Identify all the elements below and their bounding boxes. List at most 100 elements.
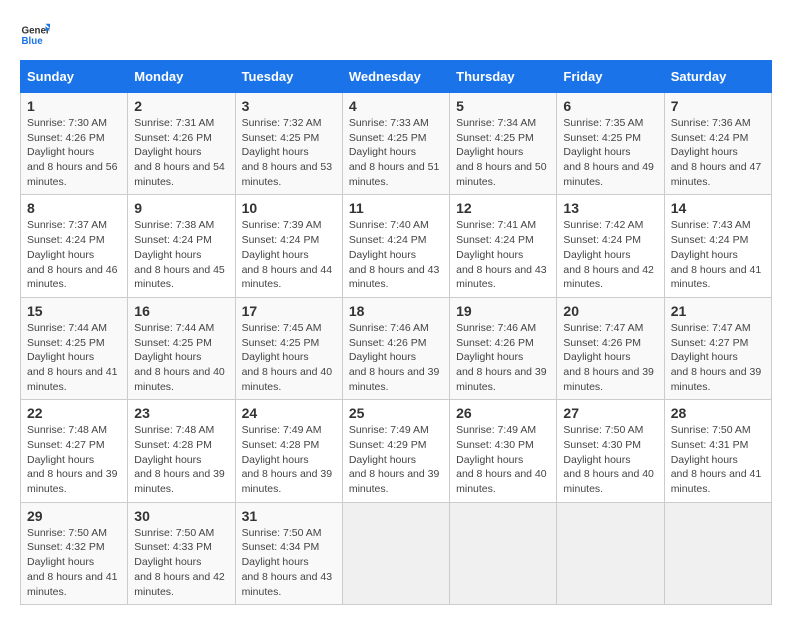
weekday-header-friday: Friday (557, 61, 664, 93)
day-number: 2 (134, 98, 228, 114)
calendar-cell: 30 Sunrise: 7:50 AMSunset: 4:33 PMDaylig… (128, 502, 235, 604)
day-info: Sunrise: 7:43 AMSunset: 4:24 PMDaylight … (671, 219, 762, 290)
weekday-header-wednesday: Wednesday (342, 61, 449, 93)
day-number: 15 (27, 303, 121, 319)
calendar-cell: 10 Sunrise: 7:39 AMSunset: 4:24 PMDaylig… (235, 195, 342, 297)
day-info: Sunrise: 7:48 AMSunset: 4:28 PMDaylight … (134, 424, 225, 495)
day-number: 10 (242, 200, 336, 216)
day-info: Sunrise: 7:47 AMSunset: 4:27 PMDaylight … (671, 322, 762, 393)
day-info: Sunrise: 7:38 AMSunset: 4:24 PMDaylight … (134, 219, 225, 290)
day-number: 31 (242, 508, 336, 524)
day-info: Sunrise: 7:34 AMSunset: 4:25 PMDaylight … (456, 117, 547, 188)
calendar-cell: 16 Sunrise: 7:44 AMSunset: 4:25 PMDaylig… (128, 297, 235, 399)
calendar-cell: 27 Sunrise: 7:50 AMSunset: 4:30 PMDaylig… (557, 400, 664, 502)
day-info: Sunrise: 7:32 AMSunset: 4:25 PMDaylight … (242, 117, 333, 188)
calendar-cell: 17 Sunrise: 7:45 AMSunset: 4:25 PMDaylig… (235, 297, 342, 399)
calendar-cell: 8 Sunrise: 7:37 AMSunset: 4:24 PMDayligh… (21, 195, 128, 297)
day-number: 18 (349, 303, 443, 319)
day-number: 7 (671, 98, 765, 114)
day-info: Sunrise: 7:50 AMSunset: 4:31 PMDaylight … (671, 424, 762, 495)
day-number: 20 (563, 303, 657, 319)
day-info: Sunrise: 7:37 AMSunset: 4:24 PMDaylight … (27, 219, 118, 290)
day-number: 22 (27, 405, 121, 421)
calendar-week-row: 15 Sunrise: 7:44 AMSunset: 4:25 PMDaylig… (21, 297, 772, 399)
day-number: 5 (456, 98, 550, 114)
day-info: Sunrise: 7:47 AMSunset: 4:26 PMDaylight … (563, 322, 654, 393)
day-number: 16 (134, 303, 228, 319)
day-info: Sunrise: 7:31 AMSunset: 4:26 PMDaylight … (134, 117, 225, 188)
calendar-cell: 18 Sunrise: 7:46 AMSunset: 4:26 PMDaylig… (342, 297, 449, 399)
weekday-header-monday: Monday (128, 61, 235, 93)
day-number: 25 (349, 405, 443, 421)
day-number: 12 (456, 200, 550, 216)
day-info: Sunrise: 7:50 AMSunset: 4:34 PMDaylight … (242, 527, 333, 598)
calendar-cell: 7 Sunrise: 7:36 AMSunset: 4:24 PMDayligh… (664, 93, 771, 195)
day-number: 9 (134, 200, 228, 216)
weekday-header-thursday: Thursday (450, 61, 557, 93)
day-info: Sunrise: 7:50 AMSunset: 4:30 PMDaylight … (563, 424, 654, 495)
calendar-cell: 26 Sunrise: 7:49 AMSunset: 4:30 PMDaylig… (450, 400, 557, 502)
day-number: 30 (134, 508, 228, 524)
day-number: 23 (134, 405, 228, 421)
day-info: Sunrise: 7:44 AMSunset: 4:25 PMDaylight … (134, 322, 225, 393)
day-info: Sunrise: 7:48 AMSunset: 4:27 PMDaylight … (27, 424, 118, 495)
page-header: General Blue (20, 20, 772, 50)
day-info: Sunrise: 7:49 AMSunset: 4:30 PMDaylight … (456, 424, 547, 495)
day-number: 17 (242, 303, 336, 319)
calendar-cell: 6 Sunrise: 7:35 AMSunset: 4:25 PMDayligh… (557, 93, 664, 195)
calendar-cell: 21 Sunrise: 7:47 AMSunset: 4:27 PMDaylig… (664, 297, 771, 399)
calendar-cell: 15 Sunrise: 7:44 AMSunset: 4:25 PMDaylig… (21, 297, 128, 399)
day-number: 28 (671, 405, 765, 421)
calendar-week-row: 1 Sunrise: 7:30 AMSunset: 4:26 PMDayligh… (21, 93, 772, 195)
calendar-cell: 25 Sunrise: 7:49 AMSunset: 4:29 PMDaylig… (342, 400, 449, 502)
calendar-cell: 11 Sunrise: 7:40 AMSunset: 4:24 PMDaylig… (342, 195, 449, 297)
calendar-cell (342, 502, 449, 604)
calendar-cell: 12 Sunrise: 7:41 AMSunset: 4:24 PMDaylig… (450, 195, 557, 297)
calendar-cell: 2 Sunrise: 7:31 AMSunset: 4:26 PMDayligh… (128, 93, 235, 195)
calendar-cell: 13 Sunrise: 7:42 AMSunset: 4:24 PMDaylig… (557, 195, 664, 297)
day-info: Sunrise: 7:39 AMSunset: 4:24 PMDaylight … (242, 219, 333, 290)
calendar-cell: 28 Sunrise: 7:50 AMSunset: 4:31 PMDaylig… (664, 400, 771, 502)
calendar-cell: 23 Sunrise: 7:48 AMSunset: 4:28 PMDaylig… (128, 400, 235, 502)
day-info: Sunrise: 7:36 AMSunset: 4:24 PMDaylight … (671, 117, 762, 188)
calendar-cell: 22 Sunrise: 7:48 AMSunset: 4:27 PMDaylig… (21, 400, 128, 502)
calendar-week-row: 22 Sunrise: 7:48 AMSunset: 4:27 PMDaylig… (21, 400, 772, 502)
day-number: 29 (27, 508, 121, 524)
calendar-cell: 19 Sunrise: 7:46 AMSunset: 4:26 PMDaylig… (450, 297, 557, 399)
calendar-cell: 14 Sunrise: 7:43 AMSunset: 4:24 PMDaylig… (664, 195, 771, 297)
day-info: Sunrise: 7:50 AMSunset: 4:33 PMDaylight … (134, 527, 225, 598)
day-info: Sunrise: 7:46 AMSunset: 4:26 PMDaylight … (456, 322, 547, 393)
day-info: Sunrise: 7:46 AMSunset: 4:26 PMDaylight … (349, 322, 440, 393)
day-number: 19 (456, 303, 550, 319)
weekday-header-sunday: Sunday (21, 61, 128, 93)
day-number: 1 (27, 98, 121, 114)
logo: General Blue (20, 20, 54, 50)
svg-text:Blue: Blue (22, 36, 44, 47)
calendar-cell (450, 502, 557, 604)
day-number: 26 (456, 405, 550, 421)
day-number: 4 (349, 98, 443, 114)
day-number: 6 (563, 98, 657, 114)
day-number: 8 (27, 200, 121, 216)
day-number: 11 (349, 200, 443, 216)
day-info: Sunrise: 7:35 AMSunset: 4:25 PMDaylight … (563, 117, 654, 188)
day-info: Sunrise: 7:30 AMSunset: 4:26 PMDaylight … (27, 117, 118, 188)
day-info: Sunrise: 7:45 AMSunset: 4:25 PMDaylight … (242, 322, 333, 393)
day-number: 14 (671, 200, 765, 216)
calendar-cell: 1 Sunrise: 7:30 AMSunset: 4:26 PMDayligh… (21, 93, 128, 195)
day-info: Sunrise: 7:33 AMSunset: 4:25 PMDaylight … (349, 117, 440, 188)
calendar-cell: 24 Sunrise: 7:49 AMSunset: 4:28 PMDaylig… (235, 400, 342, 502)
day-number: 3 (242, 98, 336, 114)
day-number: 24 (242, 405, 336, 421)
calendar-cell: 31 Sunrise: 7:50 AMSunset: 4:34 PMDaylig… (235, 502, 342, 604)
calendar-cell: 4 Sunrise: 7:33 AMSunset: 4:25 PMDayligh… (342, 93, 449, 195)
calendar-header-row: SundayMondayTuesdayWednesdayThursdayFrid… (21, 61, 772, 93)
calendar-cell (557, 502, 664, 604)
day-info: Sunrise: 7:49 AMSunset: 4:29 PMDaylight … (349, 424, 440, 495)
day-info: Sunrise: 7:40 AMSunset: 4:24 PMDaylight … (349, 219, 440, 290)
logo-icon: General Blue (20, 20, 50, 50)
calendar-table: SundayMondayTuesdayWednesdayThursdayFrid… (20, 60, 772, 605)
calendar-cell: 9 Sunrise: 7:38 AMSunset: 4:24 PMDayligh… (128, 195, 235, 297)
calendar-cell: 3 Sunrise: 7:32 AMSunset: 4:25 PMDayligh… (235, 93, 342, 195)
day-number: 21 (671, 303, 765, 319)
